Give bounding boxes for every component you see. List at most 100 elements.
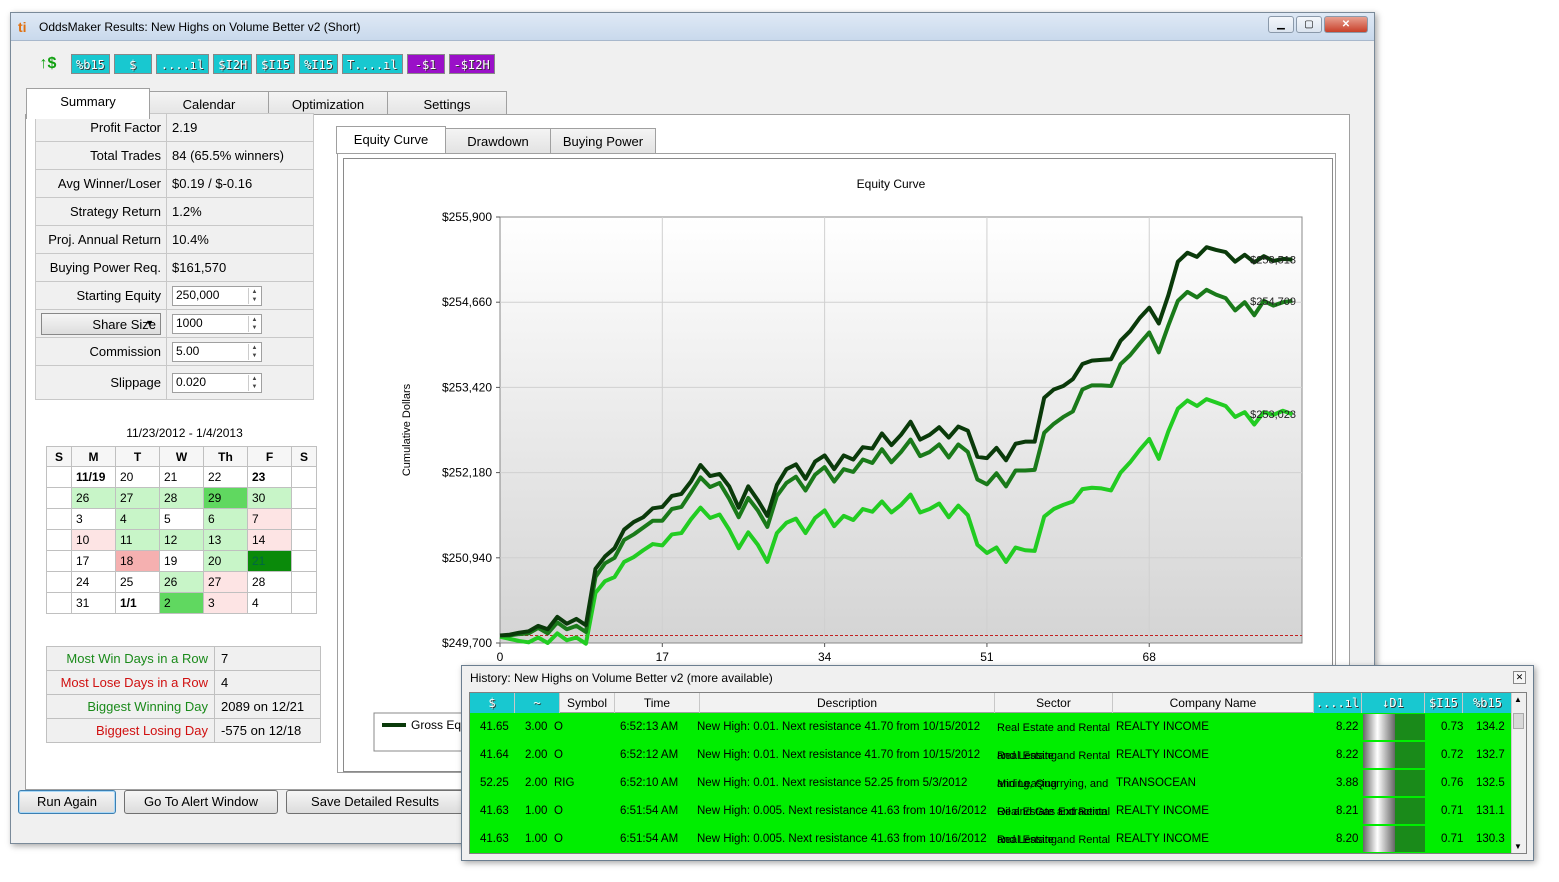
calendar-day[interactable]: 4: [115, 508, 160, 530]
history-row[interactable]: 41.63 1.00 O 6:51:54 AM New High: 0.005. Nex…: [470, 825, 1513, 853]
toolbar-button-7[interactable]: T....ıl: [341, 54, 403, 74]
spinner-icon[interactable]: ▲ ▼: [248, 287, 260, 304]
calendar-day[interactable]: 3: [71, 508, 116, 530]
calendar-day[interactable]: [46, 550, 72, 572]
calendar-day[interactable]: 4: [247, 592, 292, 614]
toolbar-button-6[interactable]: %I15: [299, 54, 338, 74]
spinner-icon[interactable]: ▲ ▼: [248, 374, 260, 391]
maximize-button[interactable]: ▢: [1296, 16, 1322, 33]
history-col-header[interactable]: ....ıl: [1314, 693, 1362, 713]
calendar-day[interactable]: [291, 529, 317, 551]
calendar-day[interactable]: 27: [115, 487, 160, 509]
calendar-day[interactable]: 13: [203, 529, 248, 551]
toolbar-button-0[interactable]: ↑$: [29, 54, 67, 74]
calendar-day[interactable]: 29: [203, 487, 248, 509]
calendar-day[interactable]: [46, 487, 72, 509]
calendar-day[interactable]: [46, 571, 72, 593]
history-row[interactable]: 41.64 2.00 O 6:52:12 AM New High: 0.01. Next…: [470, 741, 1513, 790]
scroll-thumb[interactable]: [1513, 713, 1524, 729]
calendar-day[interactable]: 28: [159, 487, 204, 509]
history-col-header[interactable]: Symbol: [560, 693, 615, 713]
history-col-header[interactable]: Description: [700, 693, 995, 713]
toolbar-button-8[interactable]: -$1: [406, 54, 445, 74]
calendar-day[interactable]: 12: [159, 529, 204, 551]
calendar-day[interactable]: [46, 529, 72, 551]
share-size-input[interactable]: 1000 ▲ ▼: [172, 313, 262, 334]
toolbar-button-9[interactable]: -$I2H: [448, 54, 495, 74]
calendar-day[interactable]: 17: [71, 550, 116, 572]
scroll-down-icon[interactable]: ▼: [1514, 842, 1522, 851]
calendar-day[interactable]: 14: [247, 529, 292, 551]
minimize-button[interactable]: ▁: [1268, 16, 1294, 33]
spinner-icon[interactable]: ▲ ▼: [248, 343, 260, 360]
calendar-day[interactable]: [46, 466, 72, 488]
calendar-day[interactable]: 18: [115, 550, 160, 572]
run-again-button[interactable]: Run Again: [18, 790, 116, 814]
history-col-header[interactable]: %b15: [1463, 693, 1513, 713]
calendar-day[interactable]: 21: [159, 466, 204, 488]
history-col-header[interactable]: Company Name: [1113, 693, 1314, 713]
slippage-input[interactable]: 0.020 ▲ ▼: [172, 372, 262, 393]
calendar-day[interactable]: 2: [159, 592, 204, 614]
toolbar-button-5[interactable]: $I15: [256, 54, 296, 74]
calendar-day[interactable]: [291, 550, 317, 572]
calendar-day[interactable]: [291, 571, 317, 593]
history-row[interactable]: 52.25 2.00 RIG 6:52:10 AM New High: 0.01. Ne…: [470, 769, 1513, 818]
calendar-day[interactable]: 5: [159, 508, 204, 530]
calendar-day[interactable]: 23: [247, 466, 292, 488]
starting-equity-input[interactable]: 250,000 ▲ ▼: [172, 285, 262, 306]
calendar-day[interactable]: [291, 466, 317, 488]
calendar-day[interactable]: 11: [115, 529, 160, 551]
calendar-day[interactable]: 25: [115, 571, 160, 593]
calendar-day[interactable]: 28: [247, 571, 292, 593]
calendar-day[interactable]: [291, 508, 317, 530]
calendar-day[interactable]: [46, 508, 72, 530]
history-col-header[interactable]: $: [470, 693, 515, 713]
spinner-icon[interactable]: ▲ ▼: [248, 315, 260, 332]
tab-summary[interactable]: Summary: [26, 88, 150, 119]
calendar-day[interactable]: 26: [71, 487, 116, 509]
calendar-day[interactable]: 20: [115, 466, 160, 488]
history-row[interactable]: 41.65 3.00 O 6:52:13 AM New High: 0.01. Next…: [470, 713, 1513, 762]
calendar-day[interactable]: 6: [203, 508, 248, 530]
tab-equity-curve[interactable]: Equity Curve: [336, 126, 446, 154]
calendar-day[interactable]: 26: [159, 571, 204, 593]
go-to-alert-window-button[interactable]: Go To Alert Window: [124, 790, 278, 814]
title-bar[interactable]: ti OddsMaker Results: New Highs on Volum…: [11, 13, 1374, 41]
calendar-day[interactable]: [46, 592, 72, 614]
tab-buying-power[interactable]: Buying Power: [550, 128, 656, 154]
toolbar-button-2[interactable]: $: [113, 54, 152, 74]
history-col-header[interactable]: Time: [615, 693, 700, 713]
history-col-header[interactable]: ↓D1: [1362, 693, 1425, 713]
toolbar-button-1[interactable]: %b15: [71, 54, 110, 74]
commission-input[interactable]: 5.00 ▲ ▼: [172, 341, 262, 362]
history-col-header[interactable]: ~: [515, 693, 560, 713]
tab-drawdown[interactable]: Drawdown: [445, 128, 551, 154]
calendar-day[interactable]: 11/19: [71, 466, 116, 488]
calendar-day[interactable]: 27: [203, 571, 248, 593]
calendar-day[interactable]: 22: [203, 466, 248, 488]
calendar-day[interactable]: 24: [71, 571, 116, 593]
history-window[interactable]: History: New Highs on Volume Better v2 (…: [461, 665, 1534, 861]
toolbar-button-4[interactable]: $I2H: [213, 54, 253, 74]
calendar-day[interactable]: 20: [203, 550, 248, 572]
calendar-day[interactable]: [291, 487, 317, 509]
calendar-day[interactable]: 30: [247, 487, 292, 509]
calendar-day[interactable]: 1/1: [115, 592, 160, 614]
calendar-day[interactable]: 3: [203, 592, 248, 614]
history-scrollbar[interactable]: ▲ ▼: [1511, 693, 1526, 853]
calendar-day[interactable]: 21: [247, 550, 292, 572]
scroll-up-icon[interactable]: ▲: [1514, 695, 1522, 704]
calendar-day[interactable]: 31: [71, 592, 116, 614]
save-detailed-results-button[interactable]: Save Detailed Results: [286, 790, 464, 814]
history-row[interactable]: 41.63 1.00 O 6:51:54 AM New High: 0.005. Nex…: [470, 797, 1513, 846]
toolbar-button-3[interactable]: ....ıl: [155, 54, 210, 74]
calendar-day[interactable]: 7: [247, 508, 292, 530]
close-icon[interactable]: ✕: [1513, 671, 1526, 684]
calendar-day[interactable]: 19: [159, 550, 204, 572]
share-size-dropdown[interactable]: Share Size ▼: [41, 312, 161, 335]
history-col-header[interactable]: $I15: [1425, 693, 1463, 713]
calendar-day[interactable]: 10: [71, 529, 116, 551]
history-col-header[interactable]: Sector: [995, 693, 1113, 713]
close-button[interactable]: ✕: [1324, 16, 1368, 33]
